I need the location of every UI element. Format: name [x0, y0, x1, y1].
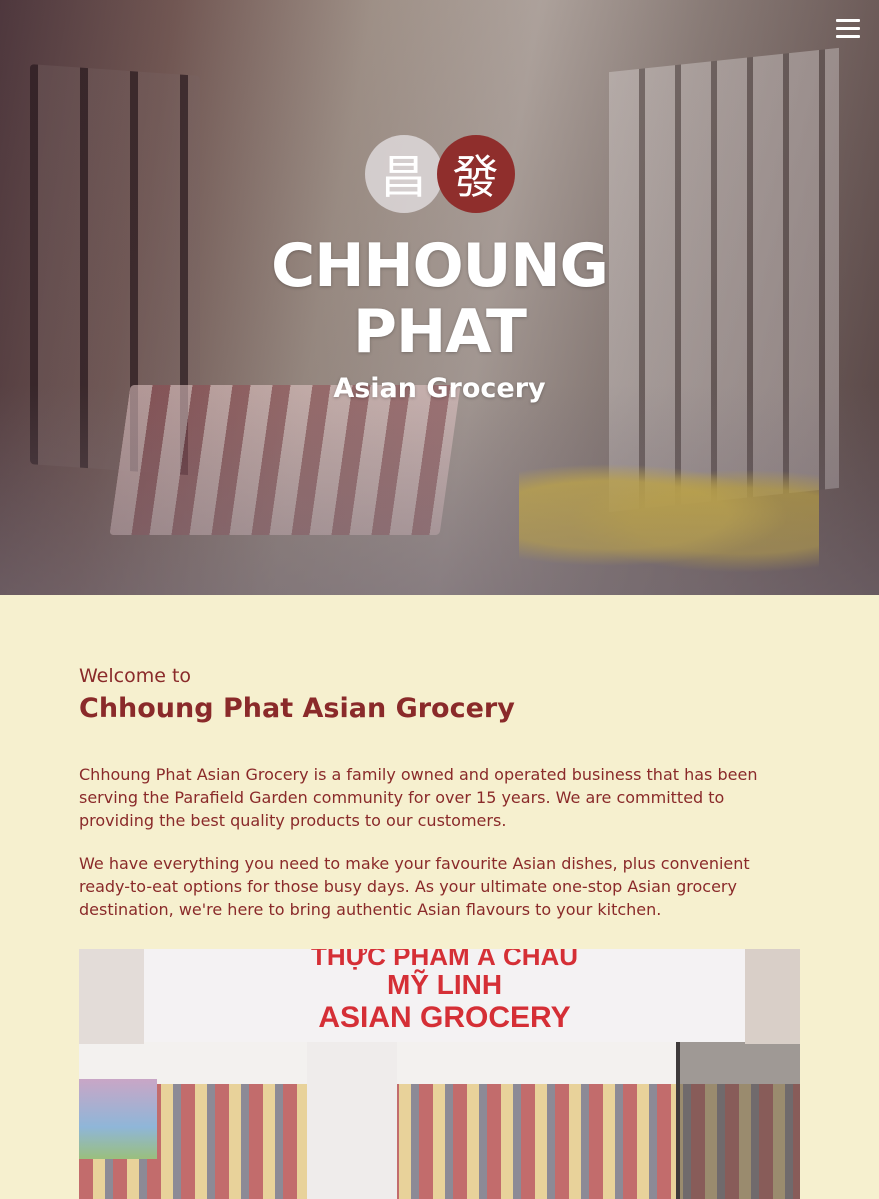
welcome-heading: Welcome to — [79, 665, 192, 687]
logo-seals: 昌 發 — [364, 135, 515, 213]
hero-banner: 昌 發 CHHOUNG PHAT Asian Grocery — [0, 0, 879, 595]
store-column — [307, 1042, 397, 1199]
logo-seal-right: 發 — [436, 135, 515, 213]
menu-line — [836, 35, 860, 38]
brand-name: CHHOUNG PHAT — [0, 233, 879, 365]
hamburger-menu-icon[interactable] — [836, 19, 860, 38]
brand-name-line2: PHAT — [353, 297, 527, 367]
page-title: Chhoung Phat Asian Grocery — [79, 693, 515, 724]
brand-logo: 昌 發 CHHOUNG PHAT Asian Grocery — [0, 135, 879, 404]
intro-section: Welcome to Chhoung Phat Asian Grocery Ch… — [0, 595, 879, 1199]
logo-seal-left: 昌 — [364, 135, 443, 213]
hero-photo-floor — [0, 385, 879, 595]
intro-paragraph: We have everything you need to make your… — [79, 854, 750, 919]
store-sign-line1: THỰC PHẨM Á CHÂU — [310, 949, 579, 971]
menu-line — [836, 27, 860, 30]
intro-paragraph: Chhoung Phat Asian Grocery is a family o… — [79, 765, 758, 830]
brand-name-line1: CHHOUNG — [271, 231, 609, 301]
store-pillar-left — [79, 949, 144, 1044]
store-sign-line3: ASIAN GROCERY — [318, 1001, 571, 1034]
store-mural — [79, 1079, 157, 1159]
store-sign-line2: MỸ LINH — [386, 969, 503, 1000]
store-pillar-right — [745, 949, 800, 1044]
store-sign: THỰC PHẨM Á CHÂU MỸ LINH ASIAN GROCERY — [144, 949, 745, 1042]
storefront-photo: THỰC PHẨM Á CHÂU MỸ LINH ASIAN GROCERY — [79, 949, 800, 1199]
brand-tagline: Asian Grocery — [333, 373, 546, 404]
menu-line — [836, 19, 860, 22]
store-glass-door — [676, 1042, 800, 1199]
